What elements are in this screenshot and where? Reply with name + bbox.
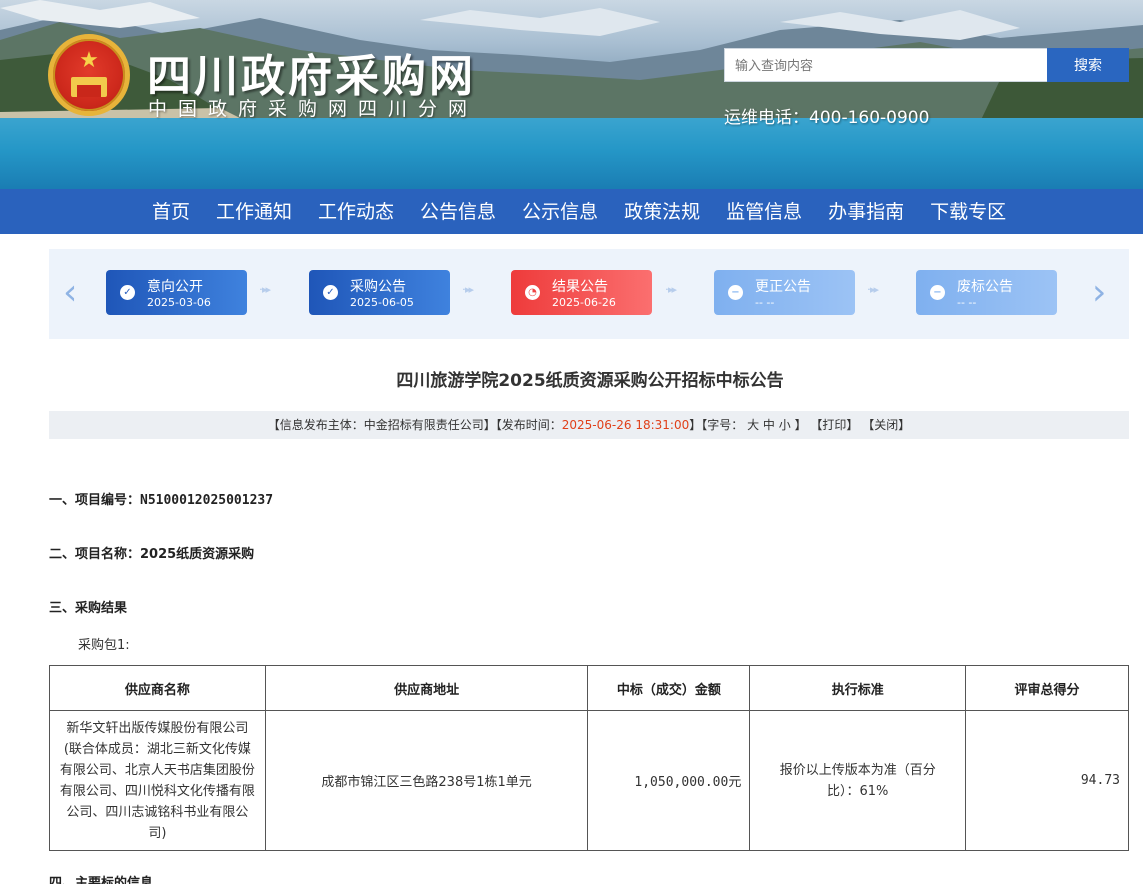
minus-icon: −	[930, 285, 945, 300]
nav-item-guide[interactable]: 办事指南	[815, 189, 917, 234]
section-result: 三、采购结果	[49, 601, 128, 616]
step-label: 更正公告	[755, 279, 811, 295]
font-size-medium[interactable]: 中	[763, 418, 775, 432]
search-button[interactable]: 搜索	[1047, 48, 1129, 82]
national-emblem-icon: ★	[48, 34, 130, 116]
time-prefix: 】【发布时间：	[483, 418, 562, 432]
step-date: 2025-03-06	[147, 296, 211, 309]
col-score: 评审总得分	[965, 665, 1129, 711]
step-date: 2025-06-26	[552, 296, 616, 309]
package-label: 采购包1:	[78, 638, 130, 653]
step-correction-notice[interactable]: − 更正公告 -- --	[714, 270, 855, 315]
main-nav: 首页 工作通知 工作动态 公告信息 公示信息 政策法规 监管信息 办事指南 下载…	[0, 189, 1143, 234]
step-date: 2025-06-05	[350, 296, 414, 309]
clock-icon: ◔	[525, 285, 540, 300]
nav-item-publicity[interactable]: 公示信息	[509, 189, 611, 234]
check-icon: ✓	[323, 285, 338, 300]
cell-standard: 报价以上传版本为准（百分比）：61%	[749, 710, 967, 851]
step-intent[interactable]: ✓ 意向公开 2025-03-06	[106, 270, 247, 315]
nav-item-work-notice[interactable]: 工作通知	[203, 189, 305, 234]
banner-lake	[0, 118, 1143, 189]
font-prefix: 】【字号：	[689, 418, 744, 432]
double-chevron-icon: ··▸▸	[867, 283, 879, 296]
publish-time: 2025-06-26 18:31:00	[561, 418, 690, 432]
nav-item-downloads[interactable]: 下载专区	[917, 189, 1019, 234]
search-input[interactable]	[724, 48, 1048, 82]
cell-score: 94.73	[965, 710, 1129, 851]
step-label: 废标公告	[957, 279, 1013, 295]
nav-item-announcements[interactable]: 公告信息	[407, 189, 509, 234]
step-label: 结果公告	[552, 279, 608, 295]
section-project-number: 一、项目编号：N5100012025001237	[49, 493, 274, 508]
step-date: -- --	[957, 296, 977, 309]
minus-icon: −	[728, 285, 743, 300]
double-chevron-icon: ··▸▸	[665, 283, 677, 296]
chevron-right-icon[interactable]: ›	[1092, 273, 1106, 313]
nav-item-policy[interactable]: 政策法规	[611, 189, 713, 234]
info-bar: 【信息发布主体：中金招标有限责任公司】【发布时间：2025-06-26 18:3…	[49, 411, 1129, 439]
hotline-text: 运维电话：400-160-0900	[724, 108, 930, 128]
cell-supplier-name: 新华文轩出版传媒股份有限公司(联合体成员：湖北三新文化传媒有限公司、北京人天书店…	[49, 710, 266, 851]
section-main-items: 四、主要标的信息	[49, 876, 154, 884]
check-icon: ✓	[120, 285, 135, 300]
step-cancel-notice[interactable]: − 废标公告 -- --	[916, 270, 1057, 315]
publisher-prefix: 【信息发布主体：	[267, 418, 364, 432]
col-amount: 中标（成交）金额	[587, 665, 751, 711]
page-title: 四川旅游学院2025纸质资源采购公开招标中标公告	[396, 371, 784, 391]
cell-supplier-address: 成都市锦江区三色路238号1栋1单元	[264, 710, 589, 851]
result-table: 供应商名称 供应商地址 中标（成交）金额 执行标准 评审总得分 新华文轩出版传媒…	[49, 665, 1129, 851]
font-size-small[interactable]: 小	[779, 418, 791, 432]
step-label: 意向公开	[147, 279, 203, 295]
nav-item-work-news[interactable]: 工作动态	[305, 189, 407, 234]
cell-amount: 1,050,000.00元	[587, 710, 751, 851]
close-link[interactable]: 【关闭】	[862, 418, 910, 432]
col-supplier-name: 供应商名称	[49, 665, 266, 711]
col-standard: 执行标准	[749, 665, 967, 711]
print-link[interactable]: 【打印】	[810, 418, 858, 432]
header-banner: ★ 四川政府采购网 中国政府采购网四川分网 搜索 运维电话：400-160-09…	[0, 0, 1143, 189]
double-chevron-icon: ··▸▸	[462, 283, 474, 296]
table-header-row: 供应商名称 供应商地址 中标（成交）金额 执行标准 评审总得分	[49, 665, 1129, 711]
publisher-name: 中金招标有限责任公司	[363, 418, 484, 432]
chevron-left-icon[interactable]: ‹	[63, 273, 77, 313]
font-size-large[interactable]: 大	[747, 418, 759, 432]
nav-item-home[interactable]: 首页	[139, 189, 203, 234]
table-row: 新华文轩出版传媒股份有限公司(联合体成员：湖北三新文化传媒有限公司、北京人天书店…	[49, 710, 1129, 851]
step-label: 采购公告	[350, 279, 406, 295]
procurement-progress: ‹ ✓ 意向公开 2025-03-06 ··▸▸ ✓ 采购公告 2025-06-…	[49, 249, 1129, 339]
col-supplier-address: 供应商地址	[264, 665, 589, 711]
step-purchase-notice[interactable]: ✓ 采购公告 2025-06-05	[309, 270, 450, 315]
site-subtitle: 中国政府采购网四川分网	[148, 98, 479, 120]
section-project-name: 二、项目名称：2025纸质资源采购	[49, 547, 255, 562]
step-date: -- --	[755, 296, 775, 309]
double-chevron-icon: ··▸▸	[259, 283, 271, 296]
nav-item-supervision[interactable]: 监管信息	[713, 189, 815, 234]
step-result-notice[interactable]: ◔ 结果公告 2025-06-26	[511, 270, 652, 315]
